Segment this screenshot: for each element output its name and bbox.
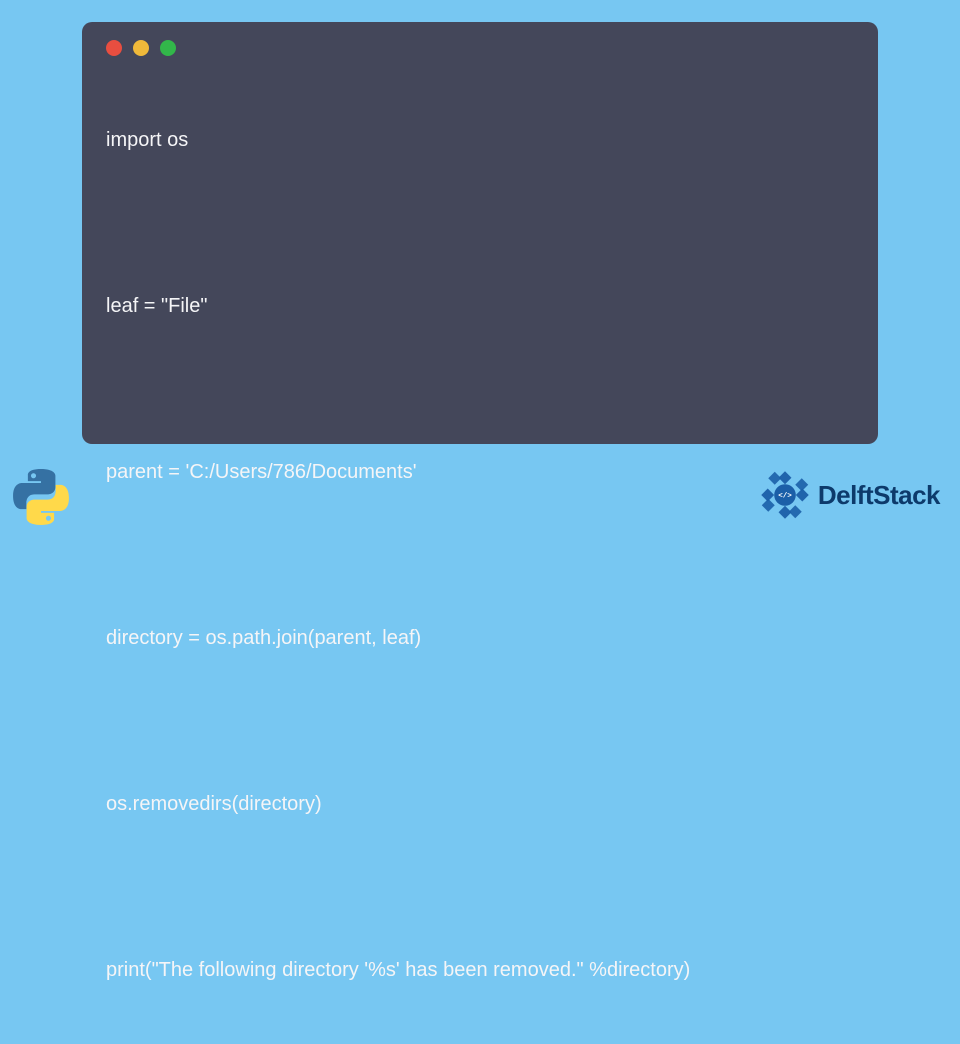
code-window: import os leaf = "File" parent = 'C:/Use…	[82, 22, 878, 444]
code-blank-line	[106, 214, 854, 236]
code-line: parent = 'C:/Users/786/Documents'	[106, 458, 854, 486]
close-dot-icon	[106, 40, 122, 56]
code-line: os.removedirs(directory)	[106, 790, 854, 818]
code-block: import os leaf = "File" parent = 'C:/Use…	[106, 70, 854, 1044]
code-line: print("The following directory '%s' has …	[106, 956, 854, 984]
delftstack-logo-icon: </>	[758, 468, 812, 522]
code-blank-line	[106, 546, 854, 568]
minimize-dot-icon	[133, 40, 149, 56]
maximize-dot-icon	[160, 40, 176, 56]
code-blank-line	[106, 878, 854, 900]
code-blank-line	[106, 712, 854, 734]
window-controls	[106, 40, 854, 56]
delftstack-brand: </> DelftStack	[758, 468, 940, 522]
code-line: directory = os.path.join(parent, leaf)	[106, 624, 854, 652]
python-logo-icon	[12, 468, 70, 526]
code-line: import os	[106, 126, 854, 154]
code-blank-line	[106, 380, 854, 402]
code-line: leaf = "File"	[106, 292, 854, 320]
svg-text:</>: </>	[778, 493, 792, 501]
brand-name: DelftStack	[818, 480, 940, 511]
